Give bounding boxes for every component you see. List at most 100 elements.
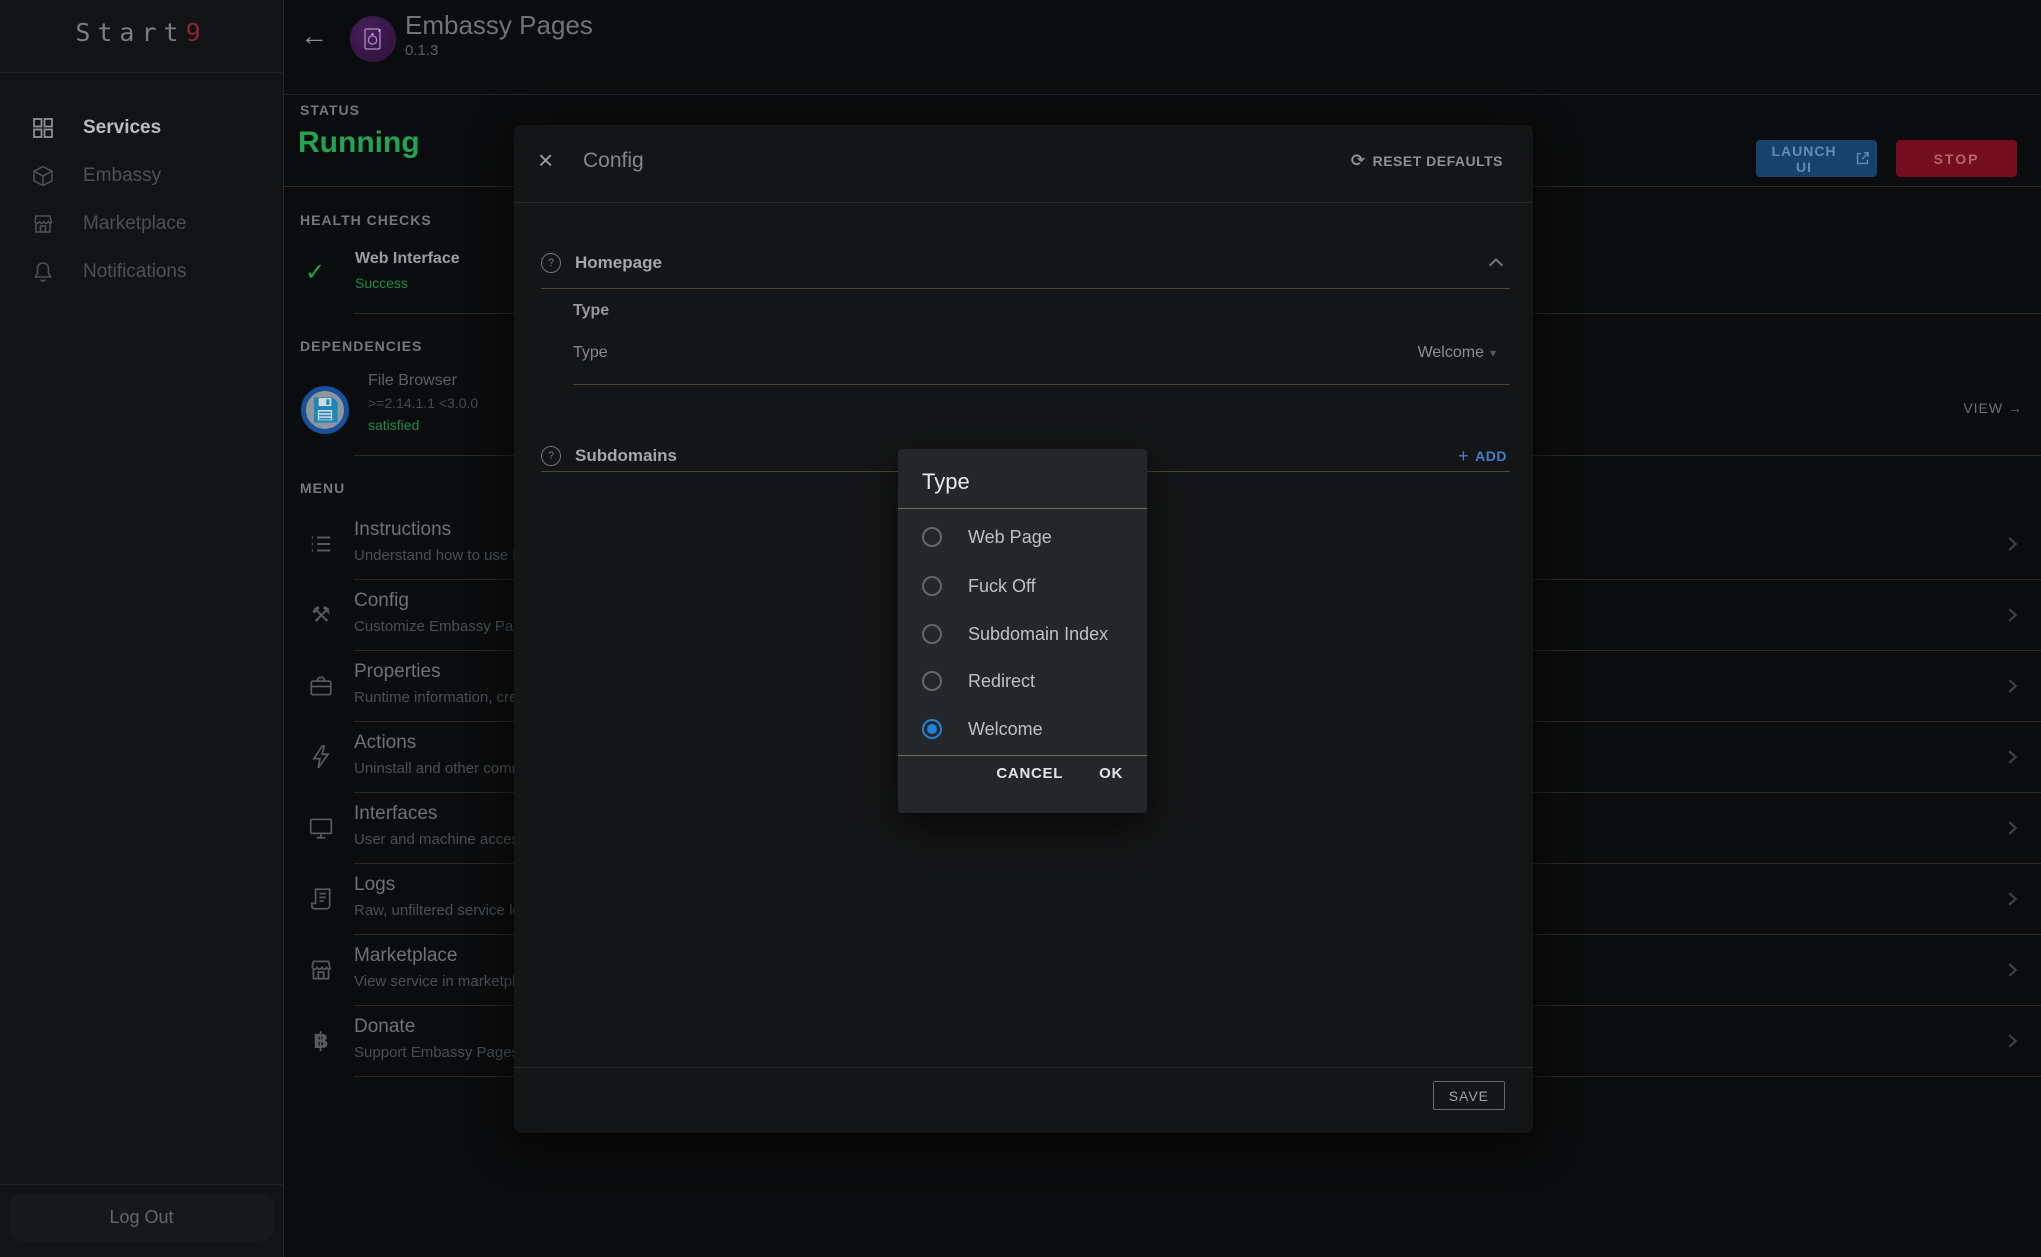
plus-icon: + — [1458, 446, 1469, 467]
bell-icon — [31, 260, 55, 284]
reset-defaults-label: RESET DEFAULTS — [1373, 153, 1503, 169]
back-arrow-icon[interactable]: ← — [300, 22, 328, 50]
launch-ui-label: LAUNCH UI — [1762, 143, 1846, 175]
dependencies-heading: DEPENDENCIES — [300, 338, 422, 354]
sidebar-divider — [0, 72, 283, 73]
health-check-result: Success — [355, 275, 408, 291]
storefront-icon — [31, 212, 55, 236]
page-title: Embassy Pages — [405, 10, 593, 41]
chevron-up-icon[interactable] — [1485, 252, 1507, 274]
sidebar-item-marketplace[interactable]: Marketplace — [0, 200, 283, 248]
menu-item-label: Logs — [354, 874, 395, 896]
modal-header-divider — [514, 202, 1533, 203]
sidebar-item-label: Marketplace — [83, 213, 187, 235]
storefront-icon — [308, 957, 334, 983]
briefcase-icon — [308, 673, 334, 699]
radio-option-label: Web Page — [968, 527, 1052, 548]
help-icon[interactable]: ? — [541, 253, 561, 273]
chevron-right-icon — [2001, 604, 2023, 626]
add-subdomain-button[interactable]: + ADD — [1458, 446, 1507, 467]
close-icon[interactable]: × — [538, 147, 553, 173]
menu-item-label: Instructions — [354, 519, 451, 541]
menu-heading: MENU — [300, 480, 345, 496]
launch-ui-button[interactable]: LAUNCH UI — [1756, 140, 1877, 177]
logo-digit: 9 — [186, 18, 208, 47]
radio-option-fuck-off[interactable]: Fuck Off — [898, 566, 1147, 606]
sidebar-item-label: Embassy — [83, 165, 161, 187]
type-field-selected: Welcome — [1418, 344, 1484, 361]
dependency-status: satisfied — [368, 417, 419, 433]
type-dialog-title: Type — [922, 469, 970, 495]
cube-icon — [31, 164, 55, 188]
refresh-icon: ⟳ — [1351, 151, 1366, 171]
menu-item-label: Properties — [354, 661, 441, 683]
external-link-icon — [1854, 150, 1871, 167]
radio-option-redirect[interactable]: Redirect — [898, 661, 1147, 701]
chevron-right-icon — [2001, 675, 2023, 697]
receipt-icon — [308, 886, 334, 912]
logout-button[interactable]: Log Out — [10, 1193, 273, 1241]
radio-option-label: Subdomain Index — [968, 624, 1108, 645]
sidebar-item-embassy[interactable]: Embassy — [0, 152, 283, 200]
radio-icon — [922, 576, 942, 596]
dependency-view-link[interactable]: VIEW → — [1963, 400, 2023, 416]
save-button[interactable]: SAVE — [1433, 1081, 1505, 1110]
sidebar-item-notifications[interactable]: Notifications — [0, 248, 283, 296]
bitcoin-icon: ฿ — [308, 1028, 334, 1054]
dialog-divider — [898, 508, 1147, 509]
check-icon: ✓ — [305, 258, 325, 287]
type-group-label: Type — [573, 302, 609, 320]
chevron-right-icon — [2001, 817, 2023, 839]
subdomains-section-title: Subdomains — [575, 446, 677, 466]
modal-footer-divider — [514, 1067, 1533, 1068]
type-field-label: Type — [573, 344, 608, 362]
menu-item-label: Marketplace — [354, 945, 458, 967]
radio-option-subdomain-index[interactable]: Subdomain Index — [898, 614, 1147, 654]
arrow-right-icon: → — [2008, 400, 2023, 416]
type-dialog: Type Web Page Fuck Off Subdomain Index R… — [898, 449, 1147, 813]
cancel-button[interactable]: CANCEL — [996, 765, 1063, 782]
radio-icon — [922, 719, 942, 739]
menu-item-label: Interfaces — [354, 803, 437, 825]
type-field-underline — [573, 384, 1510, 385]
sidebar-item-services[interactable]: Services — [0, 104, 283, 152]
menu-item-label: Actions — [354, 732, 416, 754]
config-modal-title: Config — [583, 149, 644, 173]
radio-option-welcome[interactable]: Welcome — [898, 709, 1147, 749]
homepage-section-title: Homepage — [575, 253, 662, 273]
app-root: Start9 Services Embassy Marketplace No — [0, 0, 2041, 1257]
help-icon[interactable]: ? — [541, 446, 561, 466]
logo-text: Start — [75, 18, 185, 47]
chevron-right-icon — [2001, 959, 2023, 981]
grid-icon — [31, 116, 55, 140]
radio-option-label: Welcome — [968, 719, 1043, 740]
menu-item-label: Donate — [354, 1016, 415, 1038]
homepage-section-header[interactable]: ? Homepage — [541, 252, 1507, 274]
status-heading: STATUS — [300, 102, 360, 118]
radio-option-web-page[interactable]: Web Page — [898, 517, 1147, 557]
stop-button[interactable]: STOP — [1896, 140, 2017, 177]
chevron-right-icon — [2001, 746, 2023, 768]
view-label: VIEW — [1963, 400, 2003, 416]
tools-icon: ⚒ — [308, 602, 334, 628]
radio-icon — [922, 624, 942, 644]
type-field-value[interactable]: Welcome▾ — [1418, 344, 1496, 362]
health-checks-heading: HEALTH CHECKS — [300, 212, 432, 228]
sidebar: Start9 Services Embassy Marketplace No — [0, 0, 284, 1257]
file-browser-icon — [301, 386, 349, 434]
ok-button[interactable]: OK — [1099, 765, 1123, 782]
sidebar-item-label: Services — [83, 117, 161, 139]
status-value: Running — [298, 126, 420, 160]
header-divider — [283, 94, 2041, 95]
radio-option-label: Redirect — [968, 671, 1035, 692]
list-icon — [308, 531, 334, 557]
reset-defaults-button[interactable]: ⟳ RESET DEFAULTS — [1351, 151, 1503, 171]
radio-icon — [922, 527, 942, 547]
chevron-right-icon — [2001, 533, 2023, 555]
homepage-section-divider — [541, 288, 1510, 289]
radio-icon — [922, 671, 942, 691]
health-check-name: Web Interface — [355, 250, 460, 268]
menu-item-label: Config — [354, 590, 409, 612]
start9-logo: Start9 — [0, 18, 283, 47]
chevron-right-icon — [2001, 888, 2023, 910]
